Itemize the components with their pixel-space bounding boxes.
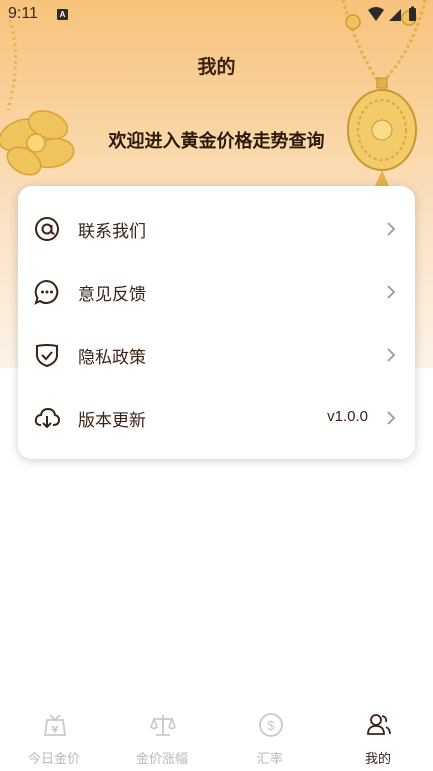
- user-group-icon: [367, 714, 391, 735]
- menu-item-privacy-policy[interactable]: 隐私政策: [18, 323, 415, 386]
- bottom-tab-bar: 今日金价 金价涨幅 $ 汇率 我的: [0, 702, 433, 771]
- chevron-right-icon: [387, 285, 396, 299]
- version-value: v1.0.0: [327, 408, 368, 425]
- page-title: 我的: [197, 56, 236, 78]
- wifi-icon: [368, 7, 384, 21]
- menu-item-label: 版本更新: [78, 411, 146, 431]
- at-sign-icon: [35, 217, 59, 241]
- shield-check-icon: [36, 344, 58, 368]
- balance-scale-icon: [150, 715, 176, 736]
- status-bar: 9:11 A: [0, 0, 433, 30]
- cloud-download-icon: [34, 407, 60, 429]
- tab-label: 我的: [364, 752, 391, 767]
- menu-item-label: 隐私政策: [78, 348, 146, 368]
- tab-label: 金价涨幅: [135, 752, 188, 767]
- menu-item-feedback[interactable]: 意见反馈: [18, 260, 415, 323]
- chevron-right-icon: [387, 222, 396, 236]
- chevron-right-icon: [387, 348, 396, 362]
- chat-bubble-icon: [34, 279, 59, 305]
- notification-badge-icon: A: [57, 9, 68, 20]
- menu-item-label: 意见反馈: [78, 285, 146, 305]
- menu-item-version-update[interactable]: 版本更新 v1.0.0: [18, 386, 415, 449]
- battery-icon: [409, 8, 416, 21]
- tab-today-gold-price[interactable]: 今日金价: [0, 702, 108, 771]
- tab-gold-price-change[interactable]: 金价涨幅: [108, 702, 216, 771]
- menu-card: 联系我们 意见反馈 隐私政策 版本更新 v1.0.0: [18, 186, 415, 459]
- tab-mine[interactable]: 我的: [324, 702, 432, 771]
- menu-item-contact-us[interactable]: 联系我们: [18, 197, 415, 260]
- dollar-coin-icon: $: [259, 713, 283, 737]
- gold-price-icon: [43, 714, 67, 736]
- welcome-text: 欢迎进入黄金价格走势查询: [108, 131, 325, 152]
- status-icons: [368, 6, 416, 21]
- tab-exchange-rate[interactable]: $ 汇率: [216, 702, 324, 771]
- status-time: 9:11: [8, 5, 38, 22]
- tab-label: 汇率: [256, 752, 283, 767]
- tab-label: 今日金价: [27, 752, 80, 767]
- chevron-right-icon: [387, 411, 396, 425]
- menu-item-label: 联系我们: [78, 222, 146, 242]
- signal-icon: [389, 9, 401, 21]
- svg-text:$: $: [267, 718, 275, 733]
